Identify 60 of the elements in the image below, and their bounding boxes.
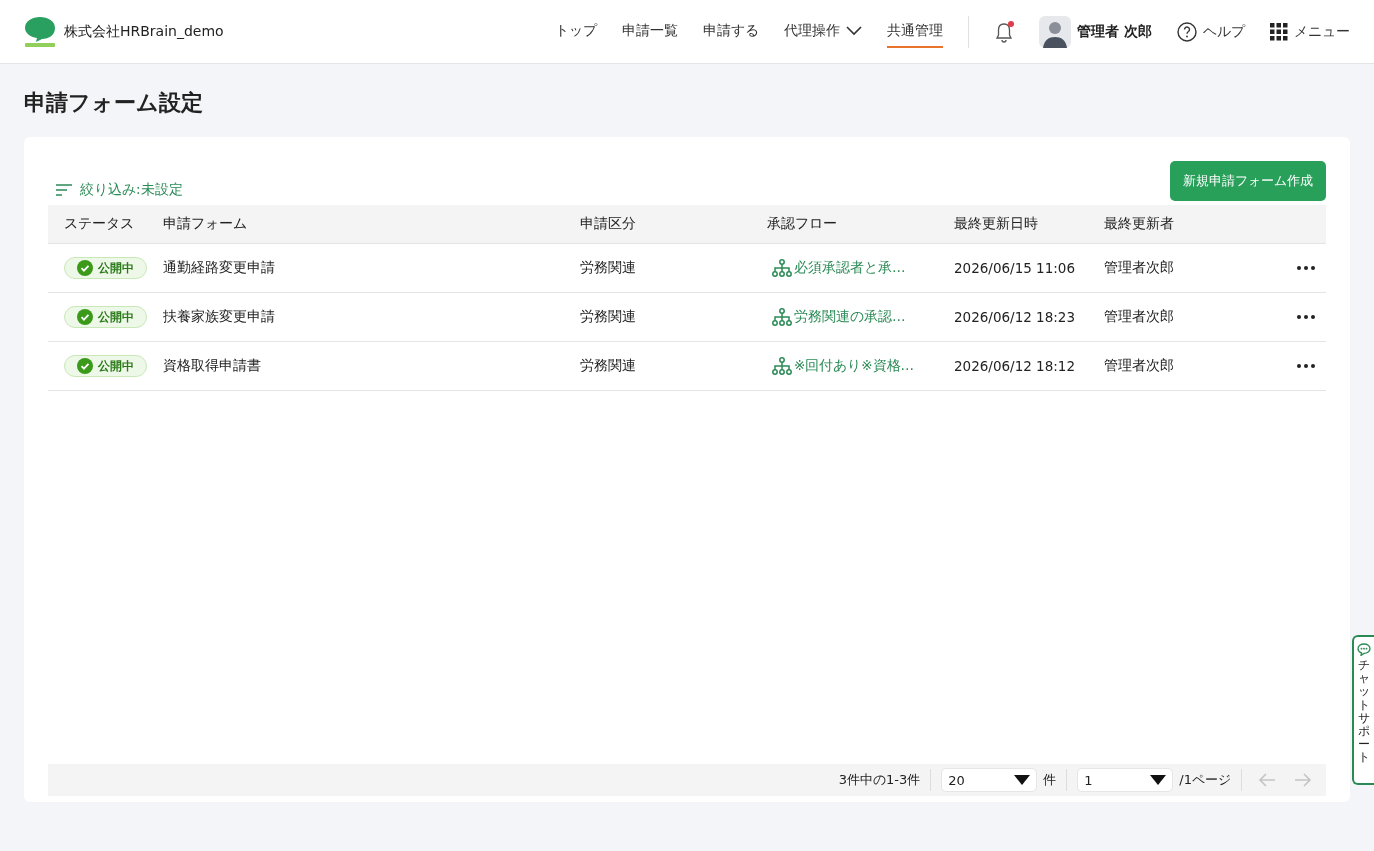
page-total: /1ページ bbox=[1179, 771, 1231, 789]
bell-icon[interactable] bbox=[994, 20, 1015, 43]
chat-bubble-icon[interactable] bbox=[1357, 643, 1371, 656]
table-cell-text: 2026/06/12 18:23 bbox=[954, 309, 1076, 325]
table-cell-text: 2026/06/12 18:12 bbox=[954, 358, 1076, 374]
table-cell-text: 管理者次郎 bbox=[1104, 357, 1175, 375]
table-cell-text: 通勤経路変更申請 bbox=[163, 259, 276, 277]
more-icon[interactable] bbox=[1297, 364, 1315, 368]
org-chart-icon[interactable] bbox=[772, 357, 792, 375]
nav-tab[interactable]: 共通管理 bbox=[887, 15, 944, 48]
menu-link[interactable]: メニュー bbox=[1294, 22, 1350, 41]
help-link[interactable]: ヘルプ bbox=[1203, 22, 1245, 41]
filter-link[interactable]: 絞り込み:未設定 bbox=[48, 181, 183, 199]
page-select[interactable]: 1 bbox=[1077, 768, 1174, 792]
status-badge: 公開中 bbox=[64, 355, 147, 377]
check-circle-icon bbox=[77, 260, 93, 276]
column-header: 申請区分 bbox=[580, 215, 637, 233]
column-header: ステータス bbox=[64, 215, 135, 233]
column-header: 承認フロー bbox=[767, 215, 838, 233]
more-icon[interactable] bbox=[1297, 315, 1315, 319]
nav-tab[interactable]: 申請する bbox=[703, 15, 760, 48]
table-cell-text: 労務関連 bbox=[580, 259, 637, 277]
caret-down-icon bbox=[1150, 775, 1167, 785]
approval-flow-link[interactable]: ※回付あり※資格… bbox=[772, 357, 915, 375]
chat-support-tab[interactable]: チャットサポート bbox=[1352, 635, 1374, 785]
table-cell-text: 労務関連 bbox=[580, 308, 637, 326]
nav-tab[interactable]: 代理操作 bbox=[784, 15, 863, 48]
logo-icon[interactable] bbox=[24, 15, 56, 48]
nav-tab[interactable]: 申請一覧 bbox=[622, 15, 679, 48]
result-count: 3件中の1-3件 bbox=[838, 771, 921, 789]
avatar[interactable] bbox=[1039, 15, 1072, 48]
table-cell-text: 扶養家族変更申請 bbox=[163, 308, 276, 326]
chevron-down-icon bbox=[846, 25, 863, 36]
company-name: 株式会社HRBrain_demo bbox=[64, 22, 224, 41]
column-header: 申請フォーム bbox=[163, 215, 248, 233]
approval-flow-link[interactable]: 必須承認者と承… bbox=[772, 259, 906, 277]
org-chart-icon[interactable] bbox=[772, 259, 792, 277]
per-page-select[interactable]: 20 bbox=[941, 768, 1038, 792]
check-circle-icon bbox=[77, 309, 93, 325]
status-badge: 公開中 bbox=[64, 257, 147, 279]
table-cell-text: 管理者次郎 bbox=[1104, 308, 1175, 326]
org-chart-icon[interactable] bbox=[772, 308, 792, 326]
check-circle-icon bbox=[77, 358, 93, 374]
table-cell-text: 2026/06/15 11:06 bbox=[954, 260, 1076, 276]
grid-menu-icon[interactable] bbox=[1270, 22, 1288, 41]
caret-down-icon bbox=[1014, 775, 1031, 785]
page-title: 申請フォーム設定 bbox=[23, 89, 204, 112]
approval-flow-link[interactable]: 労務関連の承認… bbox=[772, 308, 906, 326]
table-cell-text: 管理者次郎 bbox=[1104, 259, 1175, 277]
table-cell-text: 資格取得申請書 bbox=[163, 357, 262, 375]
column-header: 最終更新日時 bbox=[954, 215, 1039, 233]
filter-icon[interactable] bbox=[56, 184, 72, 196]
status-badge: 公開中 bbox=[64, 306, 147, 328]
per-page-unit: 件 bbox=[1043, 771, 1057, 789]
help-icon[interactable] bbox=[1177, 21, 1197, 42]
column-header: 最終更新者 bbox=[1104, 215, 1175, 233]
nav-tab[interactable]: トップ bbox=[555, 15, 598, 48]
more-icon[interactable] bbox=[1297, 266, 1315, 270]
user-name[interactable]: 管理者 次郎 bbox=[1077, 22, 1152, 41]
table-cell-text: 労務関連 bbox=[580, 357, 637, 375]
